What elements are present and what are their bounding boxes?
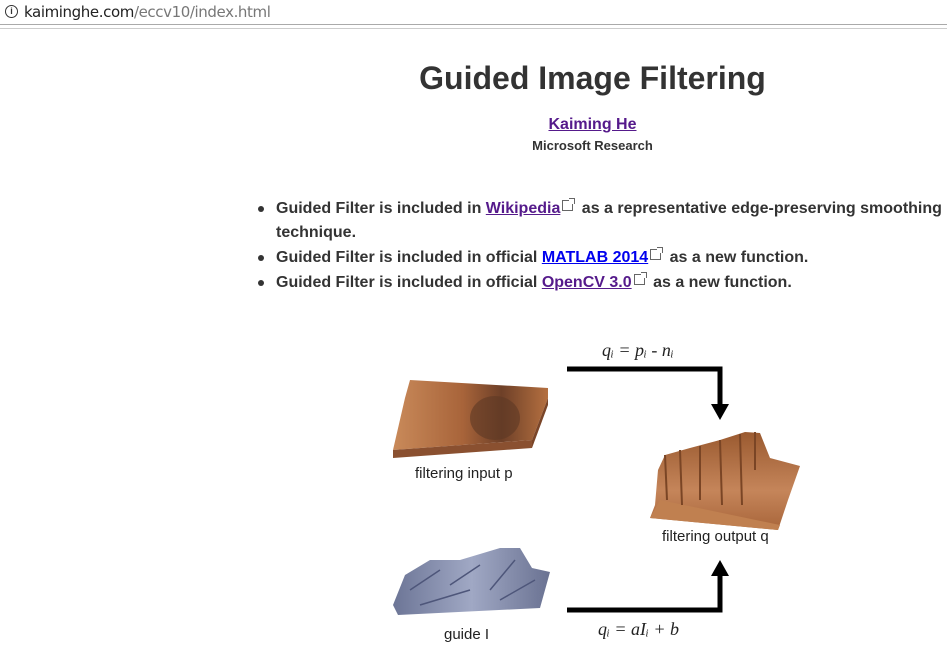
guide-label: guide I — [444, 626, 490, 643]
guide-surface — [393, 548, 550, 615]
top-equation: qᵢ = pᵢ - nᵢ — [602, 340, 674, 360]
input-label: filtering input p — [415, 465, 513, 482]
top-arrow — [567, 366, 729, 420]
input-surface — [393, 380, 548, 458]
bottom-arrow — [567, 560, 729, 613]
output-label: filtering output q — [662, 528, 769, 545]
guided-filter-diagram — [393, 366, 800, 615]
bottom-equation: qᵢ = aIᵢ + b — [598, 619, 679, 639]
output-surface — [650, 432, 800, 530]
